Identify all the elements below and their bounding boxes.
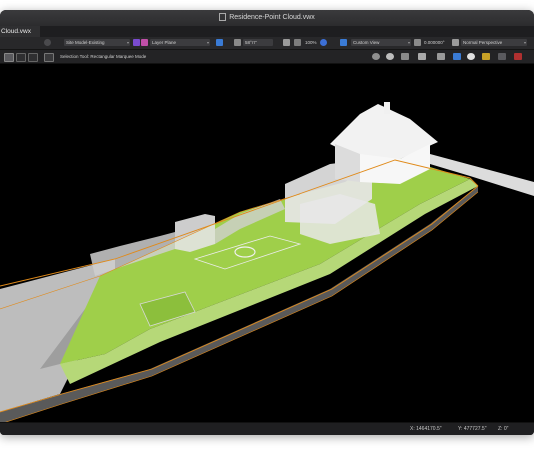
rotate-icon[interactable] [283,39,290,46]
render-dropdown-label: Normal Perspective [463,40,503,45]
zoom-value: 100% [305,40,317,45]
walkthrough-icon[interactable] [372,53,380,60]
status-bar: X: 1464170.5" Y: 477727.5" Z: 0" [0,422,534,435]
layer-dropdown-label: Site Model-Existing [66,40,105,45]
ruler-icon[interactable] [234,39,241,46]
app-window: Residence-Point Cloud.vwx Cloud.vwx Site… [0,10,534,435]
status-x: X: 1464170.5" [410,426,442,432]
view-dropdown[interactable]: Custom View ▾ [351,39,411,46]
marquee-icon[interactable] [28,53,38,62]
render-icon[interactable] [452,39,459,46]
document-icon [219,13,227,22]
chevron-down-icon: ▾ [407,40,410,45]
select-mode-icon[interactable] [4,53,14,62]
class-icon[interactable] [141,39,148,46]
chevron-down-icon: ▾ [126,40,129,45]
lighting-icon[interactable] [514,53,522,60]
color-icon[interactable] [482,53,490,60]
drawing-viewport[interactable] [0,64,534,425]
plane-icon[interactable] [216,39,223,46]
point-cloud-model [0,102,534,425]
status-y: Y: 477727.5" [458,426,487,432]
visibility-icon[interactable] [401,53,409,60]
tab-document[interactable]: Cloud.vwx [0,26,40,37]
layer-icon[interactable] [133,39,140,46]
lasso-icon[interactable] [16,53,26,62]
view-dropdown-label: Custom View [353,40,380,45]
rotation-value: 58°r7' [245,40,257,45]
angle-value: 0.000000° [424,40,445,45]
rotation-field[interactable]: 58°r7' [243,39,273,46]
render-mode-icon[interactable] [467,53,475,60]
window-title: Residence-Point Cloud.vwx [229,14,315,21]
plane-dropdown[interactable]: Layer Plane ▾ [150,39,210,46]
snap-icon[interactable] [44,53,54,62]
status-z: Z: 0" [498,426,509,432]
layer-dropdown[interactable]: Site Model-Existing ▾ [64,39,130,46]
chimney [384,102,390,114]
flip-icon[interactable] [418,53,426,60]
render-dropdown[interactable]: Normal Perspective ▾ [461,39,527,46]
mode-description: Selection Tool: Rectangular Marquee Mode [60,54,147,59]
eye-icon[interactable] [44,39,51,46]
view-bar: Site Model-Existing ▾ Layer Plane ▾ 58°r7'… [0,37,534,50]
clip-cube-icon[interactable] [453,53,461,60]
angle-icon[interactable] [414,39,421,46]
gear-icon[interactable] [386,53,394,60]
perspective-icon[interactable] [437,53,445,60]
zoom-icon[interactable] [294,39,301,46]
chevron-down-icon: ▾ [206,40,209,45]
flyover-icon[interactable] [340,39,347,46]
mode-bar: Selection Tool: Rectangular Marquee Mode [0,50,534,64]
plane-dropdown-label: Layer Plane [152,40,177,45]
view-icon[interactable] [320,39,327,46]
chevron-down-icon: ▾ [523,40,526,45]
light-icon[interactable] [498,53,506,60]
title-bar: Residence-Point Cloud.vwx [0,10,534,26]
